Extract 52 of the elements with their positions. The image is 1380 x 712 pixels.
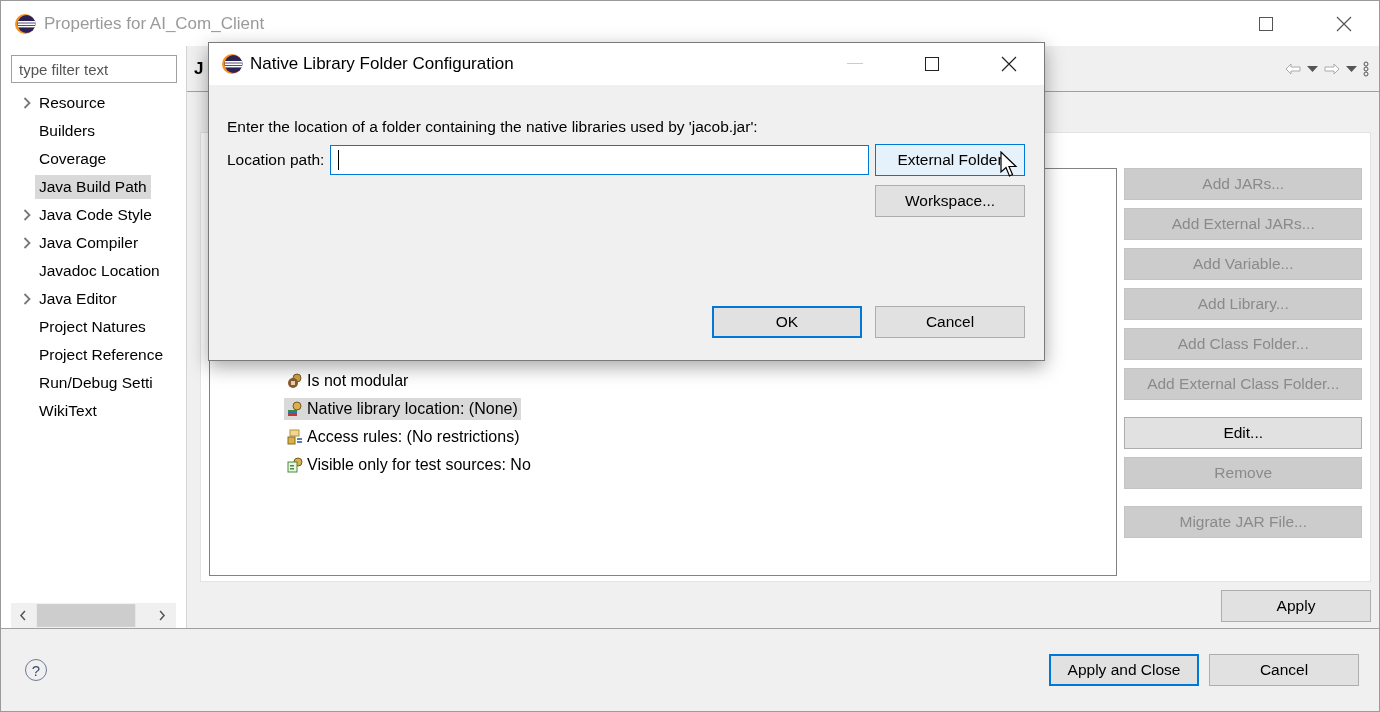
close-icon[interactable] [1001, 56, 1017, 72]
lock-folder-icon [287, 429, 303, 445]
sidebar-item[interactable]: Java Editor [35, 287, 121, 311]
back-arrow-icon[interactable] [1285, 62, 1301, 75]
minimize-icon [847, 63, 863, 65]
chevron-right-icon[interactable] [23, 97, 31, 109]
dropdown-icon[interactable] [1307, 65, 1318, 72]
sidebar-item[interactable]: Java Build Path [35, 175, 151, 199]
tree-item[interactable]: Access rules: (No restrictions) [284, 426, 523, 448]
books-gear-icon [287, 401, 303, 417]
sidebar-item[interactable]: Coverage [35, 147, 111, 171]
button[interactable]: Cancel [875, 306, 1025, 338]
chevron-right-icon[interactable] [23, 209, 31, 221]
eclipse-logo-icon [221, 53, 243, 75]
chevron-right-icon[interactable] [23, 293, 31, 305]
chevron-right-icon[interactable] [23, 237, 31, 249]
window-title: Properties for AI_Com_Client [44, 13, 265, 34]
sidebar-item[interactable]: Project Natures [35, 315, 150, 339]
eclipse-logo-icon [14, 12, 36, 35]
button[interactable]: Apply and Close [1049, 654, 1199, 686]
tree-item[interactable]: Native library location: (None) [284, 398, 521, 420]
dropdown-icon[interactable] [1346, 65, 1357, 72]
location-field[interactable] [330, 145, 869, 175]
forward-arrow-icon[interactable] [1324, 62, 1340, 75]
filter-field[interactable]: type filter text [11, 55, 177, 83]
button[interactable]: Workspace... [875, 185, 1025, 217]
more-options-icon[interactable] [1363, 60, 1369, 77]
mouse-cursor-icon [1000, 151, 1018, 178]
prompt-text: Enter the location of a folder containing the native libraries used by 'jacob.jar': [227, 118, 759, 136]
sidebar-item[interactable]: Project Reference [35, 343, 168, 367]
tree-item[interactable]: Is not modular [284, 370, 412, 392]
button[interactable]: OK [712, 306, 862, 338]
sidebar-item[interactable]: Javadoc Location [35, 259, 164, 283]
page-title: J [194, 58, 204, 79]
button[interactable]: Cancel [1209, 654, 1359, 686]
sidebar-item[interactable]: Builders [35, 119, 99, 143]
sidebar-item[interactable]: Run/Debug Setti [35, 371, 157, 395]
horizontal-scrollbar[interactable] [11, 603, 176, 628]
maximize-icon[interactable] [1259, 16, 1273, 31]
module-gear-icon [287, 373, 303, 389]
apply-button[interactable]: Apply [1221, 590, 1371, 622]
sidebar-item[interactable]: WikiText [35, 399, 101, 423]
sidebar-item[interactable]: Java Compiler [35, 231, 143, 255]
close-icon[interactable] [1336, 15, 1352, 32]
tree-item[interactable]: Visible only for test sources: No [284, 454, 534, 476]
dialog-title: Native Library Folder Configuration [250, 54, 514, 74]
sidebar-item[interactable]: Java Code Style [35, 203, 156, 227]
sidebar-item[interactable]: Resource [35, 91, 110, 115]
button[interactable]: Edit... [1124, 417, 1362, 449]
field-label: Location path: [227, 151, 325, 169]
test-gear-icon [287, 457, 303, 473]
maximize-icon[interactable] [925, 57, 939, 71]
